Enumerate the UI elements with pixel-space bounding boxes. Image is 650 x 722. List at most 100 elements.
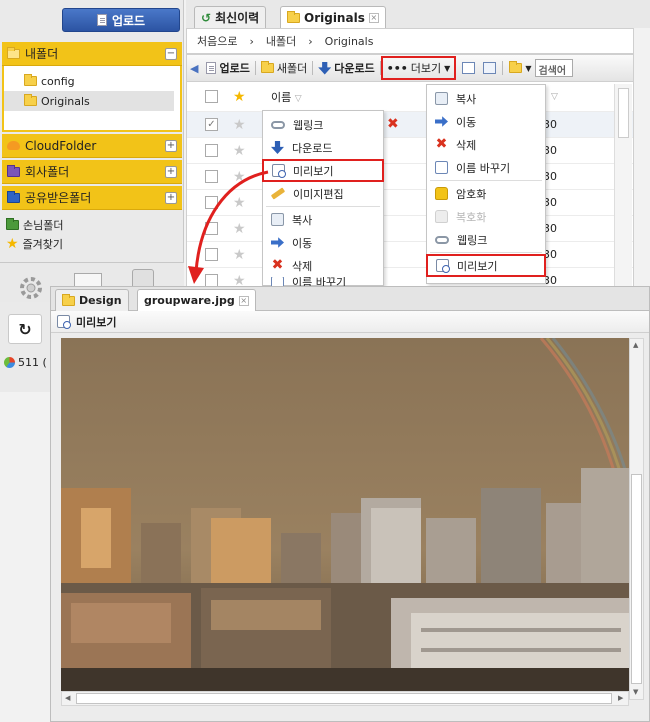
list-view-icon[interactable] xyxy=(483,62,497,74)
scroll-thumb[interactable] xyxy=(631,474,642,684)
tree-item-originals[interactable]: Originals xyxy=(4,91,174,111)
delete-icon[interactable]: ✖ xyxy=(387,117,399,131)
menu-item-preview[interactable]: 미리보기 xyxy=(262,159,384,182)
scroll-right-icon[interactable]: ▶ xyxy=(618,694,623,702)
favorite-star-icon[interactable]: ★ xyxy=(233,118,246,132)
menu-item-label: 다운로드 xyxy=(292,141,333,155)
preview-image xyxy=(61,338,629,691)
expand-icon[interactable]: + xyxy=(165,192,177,204)
favorite-star-icon[interactable]: ★ xyxy=(233,144,246,158)
preview-vertical-scrollbar[interactable]: ▲ ▼ xyxy=(629,338,644,700)
breadcrumb-home[interactable]: 처음으로 xyxy=(197,33,237,49)
storage-status: 511 ( xyxy=(4,356,47,369)
annotation-arrow xyxy=(188,170,269,284)
tab-design[interactable]: Design xyxy=(55,289,129,311)
more-button[interactable]: ••• 더보기 ▼ xyxy=(380,56,457,80)
tab-label: groupware.jpg xyxy=(144,294,235,307)
star-icon: ★ xyxy=(6,236,19,252)
move-icon xyxy=(435,116,448,127)
breadcrumb-originals[interactable]: Originals xyxy=(325,35,374,48)
rename-icon xyxy=(435,161,448,174)
grid-view-icon[interactable] xyxy=(462,62,476,74)
shared-folder-label: 공유받은폴더 xyxy=(25,191,92,205)
menu-item-decrypt: 복호화 xyxy=(427,205,545,228)
more-label: 더보기 xyxy=(410,62,442,75)
copy-icon xyxy=(435,92,448,105)
menu-item-delete[interactable]: ✖ 삭제 xyxy=(263,254,383,277)
expand-icon[interactable]: + xyxy=(165,140,177,152)
scroll-left-icon[interactable]: ◀ xyxy=(65,694,70,702)
favorites-item[interactable]: ★ 즐겨찾기 xyxy=(6,236,63,252)
row-checkbox[interactable] xyxy=(205,144,218,157)
menu-item-move[interactable]: 이동 xyxy=(427,110,545,133)
new-folder-button[interactable]: 새폴더 xyxy=(256,60,312,76)
storage-status-text: 511 ( xyxy=(18,356,47,369)
breadcrumb-my-folder[interactable]: 내폴더 xyxy=(266,33,296,49)
breadcrumb: 처음으로 › 내폴더 › Originals xyxy=(186,28,634,54)
download-icon xyxy=(318,61,332,75)
tab-recent-history[interactable]: ↺ 최신이력 xyxy=(194,6,267,28)
menu-item-rename[interactable]: 이름 바꾸기 xyxy=(427,156,545,179)
shared-folder-header[interactable]: 공유받은폴더 + xyxy=(2,186,182,210)
close-icon[interactable]: × xyxy=(238,295,249,306)
folder-icon xyxy=(24,94,37,106)
menu-item-download[interactable]: 다운로드 xyxy=(263,136,383,159)
row-checkbox[interactable]: ✓ xyxy=(205,118,218,131)
refresh-button[interactable]: ↻ xyxy=(8,314,42,344)
name-column-header[interactable]: 이름 ▽ xyxy=(271,89,302,105)
menu-item-encrypt[interactable]: 암호화 xyxy=(427,182,545,205)
chevron-right-icon: › xyxy=(249,34,254,48)
cloud-folder-header[interactable]: CloudFolder + xyxy=(2,134,182,158)
search-input[interactable]: 검색어 xyxy=(535,59,574,77)
menu-item-image-edit[interactable]: 이미지편집 xyxy=(263,182,383,205)
menu-item-delete[interactable]: ✖ 삭제 xyxy=(427,133,545,156)
menu-item-preview[interactable]: 미리보기 xyxy=(426,254,546,277)
settings-gear-icon[interactable] xyxy=(16,273,46,303)
preview-title-bar: 미리보기 xyxy=(51,311,649,333)
back-arrow-icon[interactable]: ◀ xyxy=(187,62,201,75)
favorite-header-star-icon: ★ xyxy=(233,88,246,105)
company-folder-header[interactable]: 회사폴더 + xyxy=(2,160,182,184)
scroll-thumb[interactable] xyxy=(618,88,629,138)
shared-folder-icon xyxy=(7,190,20,203)
menu-item-copy[interactable]: 복사 xyxy=(263,208,383,231)
expand-icon[interactable]: + xyxy=(165,166,177,178)
preview-horizontal-scrollbar[interactable]: ◀ ▶ xyxy=(61,691,629,706)
table-row[interactable]: ✓ ★ ✖ 30 xyxy=(187,112,633,138)
tab-originals[interactable]: Originals × xyxy=(280,6,386,28)
menu-item-weblink[interactable]: 웹링크 xyxy=(427,228,545,251)
menu-item-move[interactable]: 이동 xyxy=(263,231,383,254)
menu-item-label: 미리보기 xyxy=(457,259,498,273)
sort-icon: ▽ xyxy=(551,91,558,102)
history-icon: ↺ xyxy=(201,10,212,25)
folder-menu-icon[interactable] xyxy=(509,61,523,73)
upload-toolbar-button[interactable]: 업로드 xyxy=(201,60,254,76)
tab-groupware-jpg[interactable]: groupware.jpg × xyxy=(137,289,256,311)
menu-item-label: 복사 xyxy=(456,92,477,106)
menu-item-label: 이동 xyxy=(456,115,477,129)
tab-label: Originals xyxy=(304,10,365,25)
toolbar: ◀ 업로드 새폴더 다운로드 ••• 더보기 ▼ ▼ 검색어 xyxy=(186,54,634,82)
menu-item-weblink[interactable]: 웹링크 xyxy=(263,113,383,136)
new-folder-label: 새폴더 xyxy=(276,62,308,75)
chevron-down-icon[interactable]: ▼ xyxy=(525,64,531,73)
scroll-down-icon[interactable]: ▼ xyxy=(633,688,638,696)
tree-item-config[interactable]: config xyxy=(4,71,180,91)
folder-icon xyxy=(7,46,20,59)
upload-button[interactable]: 업로드 xyxy=(62,8,180,32)
guest-folder-item[interactable]: 손님폴더 xyxy=(6,217,63,233)
scroll-thumb[interactable] xyxy=(76,693,612,704)
sort-icon: ▽ xyxy=(294,93,302,104)
collapse-icon[interactable]: − xyxy=(165,48,177,60)
guest-folder-label: 손님폴더 xyxy=(23,219,64,232)
menu-item-copy[interactable]: 복사 xyxy=(427,87,545,110)
scroll-up-icon[interactable]: ▲ xyxy=(633,341,638,349)
close-icon[interactable]: × xyxy=(368,12,379,23)
download-button[interactable]: 다운로드 xyxy=(313,60,379,76)
select-all-checkbox[interactable] xyxy=(205,90,218,103)
my-folder-label: 내폴더 xyxy=(25,47,59,61)
my-folder-header[interactable]: 내폴더 − xyxy=(2,42,182,66)
menu-divider xyxy=(266,206,380,207)
tab-label: Design xyxy=(79,294,122,307)
list-scrollbar[interactable] xyxy=(614,84,632,290)
